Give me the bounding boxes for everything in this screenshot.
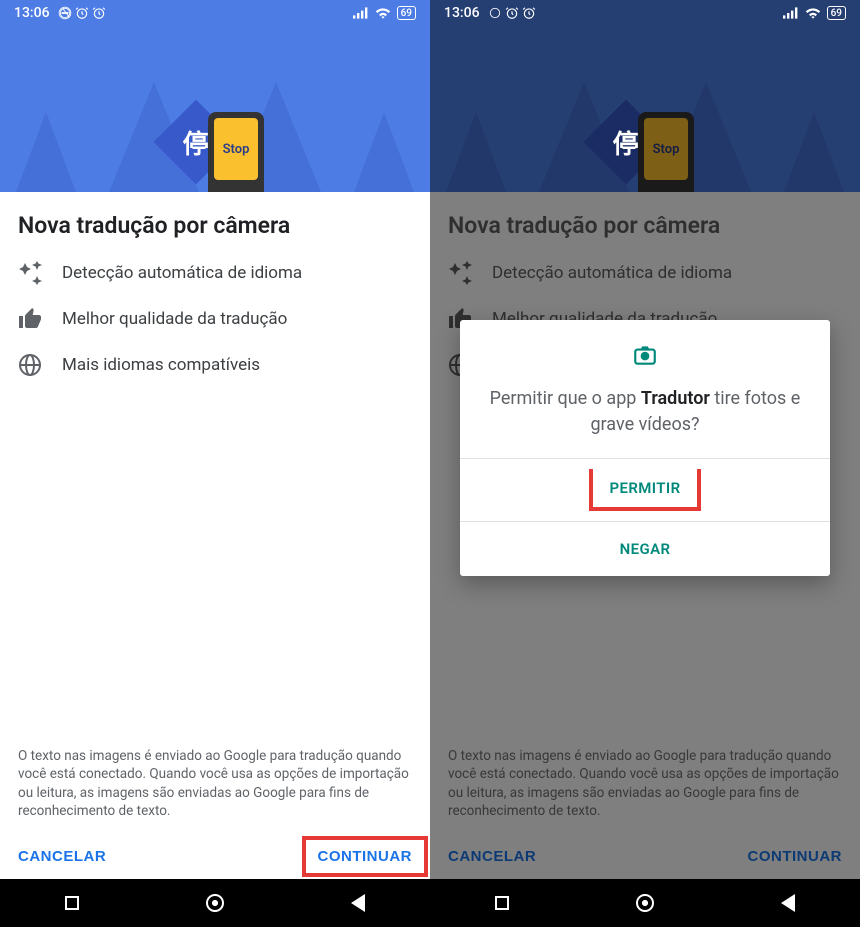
action-bar: CANCELAR CONTINUAR: [0, 834, 430, 879]
main-content: Nova tradução por câmera Detecção automá…: [0, 192, 430, 834]
nav-back-button[interactable]: [779, 894, 797, 912]
disclaimer-text: O texto nas imagens é enviado ao Google …: [448, 747, 842, 834]
android-nav-bar: [430, 879, 860, 927]
signal-icon: [783, 7, 799, 19]
hero-sign-char: 停: [613, 123, 639, 160]
battery-indicator: 69: [397, 6, 416, 20]
alarm-icon: [75, 6, 89, 20]
phone-screenshot-left: 13:06 69 停 Stop: [0, 0, 430, 927]
nav-home-button[interactable]: [206, 894, 224, 912]
page-title: Nova tradução por câmera: [448, 212, 842, 239]
dialog-message: Permitir que o app Tradutor tire fotos e…: [484, 386, 806, 438]
feature-row: Melhor qualidade da tradução: [18, 307, 412, 331]
hero-illustration: 停 Stop: [0, 26, 430, 192]
status-bar: 13:06 69: [430, 0, 860, 26]
dnd-icon: [58, 6, 72, 20]
thumbs-up-icon: [18, 307, 42, 331]
cancel-button[interactable]: CANCELAR: [448, 848, 536, 865]
action-bar: CANCELAR CONTINUAR: [430, 834, 860, 879]
page-title: Nova tradução por câmera: [18, 212, 412, 239]
disclaimer-text: O texto nas imagens é enviado ao Google …: [18, 747, 412, 834]
nav-recents-button[interactable]: [493, 894, 511, 912]
allow-button[interactable]: PERMITIR: [589, 469, 700, 511]
status-time: 13:06: [444, 5, 480, 21]
cancel-button[interactable]: CANCELAR: [18, 848, 106, 865]
feature-label: Detecção automática de idioma: [492, 263, 732, 283]
alarm-icon-2: [522, 6, 536, 20]
feature-row: Detecção automática de idioma: [18, 261, 412, 285]
sparkle-icon: [18, 261, 42, 285]
deny-button[interactable]: NEGAR: [460, 521, 830, 576]
status-time: 13:06: [14, 5, 50, 21]
feature-row: Mais idiomas compatíveis: [18, 353, 412, 377]
dnd-icon: [488, 6, 502, 20]
hero-sign-stop: Stop: [644, 118, 688, 180]
battery-indicator: 69: [827, 6, 846, 20]
phone-screenshot-right: 13:06 69 停 Stop: [430, 0, 860, 927]
permission-dialog: Permitir que o app Tradutor tire fotos e…: [460, 320, 830, 576]
wifi-icon: [805, 7, 821, 19]
hero-sign-stop: Stop: [214, 118, 258, 180]
feature-label: Melhor qualidade da tradução: [62, 309, 287, 329]
continue-button[interactable]: CONTINUAR: [748, 848, 843, 865]
feature-row: Detecção automática de idioma: [448, 261, 842, 285]
status-notification-icons: [488, 6, 536, 20]
globe-icon: [18, 353, 42, 377]
status-bar: 13:06 69: [0, 0, 430, 26]
status-notification-icons: [58, 6, 106, 20]
android-nav-bar: [0, 879, 430, 927]
signal-icon: [353, 7, 369, 19]
camera-icon: [484, 342, 806, 372]
wifi-icon: [375, 7, 391, 19]
feature-label: Mais idiomas compatíveis: [62, 355, 260, 375]
nav-recents-button[interactable]: [63, 894, 81, 912]
hero-illustration: 停 Stop: [430, 26, 860, 192]
hero-sign-char: 停: [183, 123, 209, 160]
continue-button[interactable]: CONTINUAR: [302, 836, 429, 877]
nav-back-button[interactable]: [349, 894, 367, 912]
nav-home-button[interactable]: [636, 894, 654, 912]
alarm-icon-2: [92, 6, 106, 20]
feature-label: Detecção automática de idioma: [62, 263, 302, 283]
alarm-icon: [505, 6, 519, 20]
sparkle-icon: [448, 261, 472, 285]
